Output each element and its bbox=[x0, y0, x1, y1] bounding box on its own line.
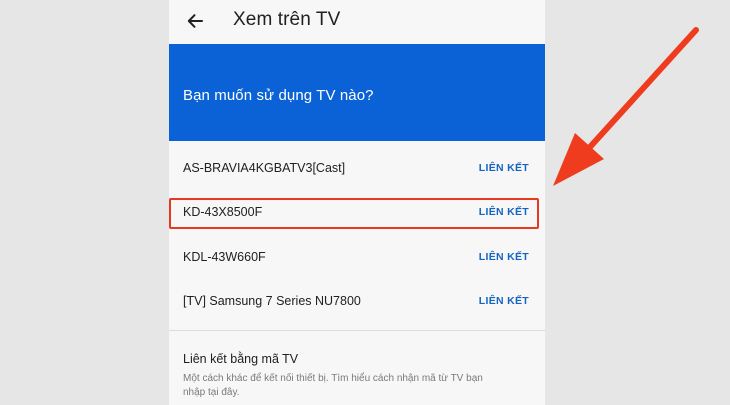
device-name: [TV] Samsung 7 Series NU7800 bbox=[183, 294, 361, 308]
page-title: Xem trên TV bbox=[233, 9, 341, 30]
divider bbox=[169, 330, 545, 331]
link-with-tv-code[interactable]: Liên kết bằng mã TV bbox=[183, 352, 298, 366]
device-row[interactable]: [TV] Samsung 7 Series NU7800 LIÊN KẾT bbox=[169, 281, 545, 321]
back-button[interactable] bbox=[177, 3, 213, 39]
link-button[interactable]: LIÊN KẾT bbox=[479, 162, 529, 174]
app-bar: Xem trên TV bbox=[169, 0, 545, 44]
arrow-icon bbox=[553, 27, 699, 186]
hero-banner: Bạn muốn sử dụng TV nào? bbox=[169, 44, 545, 141]
hero-prompt: Bạn muốn sử dụng TV nào? bbox=[183, 87, 374, 104]
link-button[interactable]: LIÊN KẾT bbox=[479, 251, 529, 263]
highlight-box bbox=[169, 198, 539, 229]
device-name: AS-BRAVIA4KGBATV3[Cast] bbox=[183, 161, 346, 175]
device-row[interactable]: AS-BRAVIA4KGBATV3[Cast] LIÊN KẾT bbox=[169, 148, 545, 188]
link-button[interactable]: LIÊN KẾT bbox=[479, 295, 529, 307]
arrow-left-icon bbox=[187, 14, 203, 28]
device-row[interactable]: KDL-43W660F LIÊN KẾT bbox=[169, 237, 545, 277]
device-name: KDL-43W660F bbox=[183, 250, 266, 264]
link-with-tv-code-description: Một cách khác để kết nối thiết bị. Tìm h… bbox=[183, 373, 483, 398]
